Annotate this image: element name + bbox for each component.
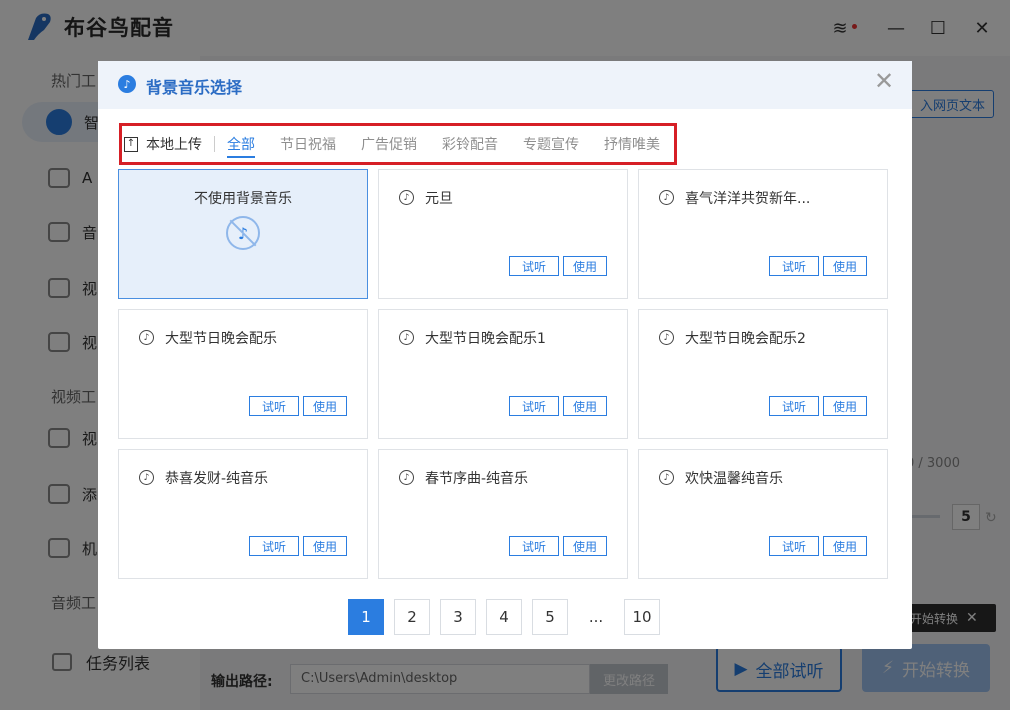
use-button[interactable]: 使用	[563, 536, 607, 556]
bg-music-dialog: ♪ 背景音乐选择 ✕ ↑ 本地上传 全部 节日祝福 广告促销 彩铃配音 专题宣传…	[98, 61, 912, 649]
try-listen-button[interactable]: 试听	[249, 396, 299, 416]
use-button[interactable]: 使用	[823, 256, 867, 276]
music-name: 欢快温馨纯音乐	[685, 471, 783, 487]
music-name: 大型节日晚会配乐	[165, 331, 277, 347]
music-name: 大型节日晚会配乐2	[685, 331, 806, 347]
page-5-button[interactable]: 5	[532, 599, 568, 635]
no-music-card[interactable]: 不使用背景音乐 ♪	[118, 169, 368, 299]
music-card[interactable]: ♪ 大型节日晚会配乐2 试听 使用	[638, 309, 888, 439]
music-note-icon: ♪	[399, 470, 414, 485]
no-music-icon: ♪	[226, 216, 260, 250]
page-2-button[interactable]: 2	[394, 599, 430, 635]
music-card[interactable]: ♪ 元旦 试听 使用	[378, 169, 628, 299]
music-name: 喜气洋洋共贺新年...	[685, 191, 811, 207]
divider	[214, 136, 215, 152]
try-listen-button[interactable]: 试听	[509, 256, 559, 276]
music-card[interactable]: ♪ 欢快温馨纯音乐 试听 使用	[638, 449, 888, 579]
music-note-icon: ♪	[399, 330, 414, 345]
music-note-icon: ♪	[139, 470, 154, 485]
music-name: 元旦	[425, 191, 453, 207]
pagination: 1 2 3 4 5 ... 10	[348, 599, 660, 635]
music-card[interactable]: ♪ 恭喜发财-纯音乐 试听 使用	[118, 449, 368, 579]
use-button[interactable]: 使用	[823, 536, 867, 556]
try-listen-button[interactable]: 试听	[769, 396, 819, 416]
music-name: 大型节日晚会配乐1	[425, 331, 546, 347]
tab-advertising[interactable]: 广告促销	[361, 126, 417, 162]
music-card[interactable]: ♪ 春节序曲-纯音乐 试听 使用	[378, 449, 628, 579]
music-card[interactable]: ♪ 大型节日晚会配乐 试听 使用	[118, 309, 368, 439]
try-listen-button[interactable]: 试听	[509, 396, 559, 416]
category-tabbar: ↑ 本地上传 全部 节日祝福 广告促销 彩铃配音 专题宣传 抒情唯美	[119, 123, 677, 165]
music-name: 春节序曲-纯音乐	[425, 471, 529, 487]
tab-ringtone[interactable]: 彩铃配音	[442, 126, 498, 162]
dialog-close-icon[interactable]: ✕	[874, 69, 894, 93]
try-listen-button[interactable]: 试听	[769, 536, 819, 556]
tab-all[interactable]: 全部	[227, 126, 255, 162]
try-listen-button[interactable]: 试听	[769, 256, 819, 276]
page-1-button[interactable]: 1	[348, 599, 384, 635]
page-3-button[interactable]: 3	[440, 599, 476, 635]
use-button[interactable]: 使用	[303, 396, 347, 416]
dialog-header: ♪ 背景音乐选择 ✕	[98, 61, 912, 109]
music-note-icon: ♪	[659, 330, 674, 345]
use-button[interactable]: 使用	[563, 396, 607, 416]
dialog-title: 背景音乐选择	[146, 78, 243, 97]
music-note-icon: ♪	[118, 75, 136, 93]
music-note-icon: ♪	[659, 190, 674, 205]
use-button[interactable]: 使用	[563, 256, 607, 276]
tab-festival[interactable]: 节日祝福	[280, 126, 336, 162]
page-10-button[interactable]: 10	[624, 599, 660, 635]
try-listen-button[interactable]: 试听	[509, 536, 559, 556]
tab-lyrical[interactable]: 抒情唯美	[604, 126, 660, 162]
music-note-icon: ♪	[139, 330, 154, 345]
page-4-button[interactable]: 4	[486, 599, 522, 635]
music-note-icon: ♪	[659, 470, 674, 485]
page-ellipsis: ...	[578, 599, 614, 635]
tab-promotion[interactable]: 专题宣传	[523, 126, 579, 162]
local-upload-button[interactable]: ↑ 本地上传	[124, 134, 202, 154]
music-card[interactable]: ♪ 大型节日晚会配乐1 试听 使用	[378, 309, 628, 439]
music-card[interactable]: ♪ 喜气洋洋共贺新年... 试听 使用	[638, 169, 888, 299]
use-button[interactable]: 使用	[303, 536, 347, 556]
try-listen-button[interactable]: 试听	[249, 536, 299, 556]
use-button[interactable]: 使用	[823, 396, 867, 416]
music-name: 恭喜发财-纯音乐	[165, 471, 269, 487]
upload-icon: ↑	[124, 136, 138, 152]
music-note-icon: ♪	[399, 190, 414, 205]
